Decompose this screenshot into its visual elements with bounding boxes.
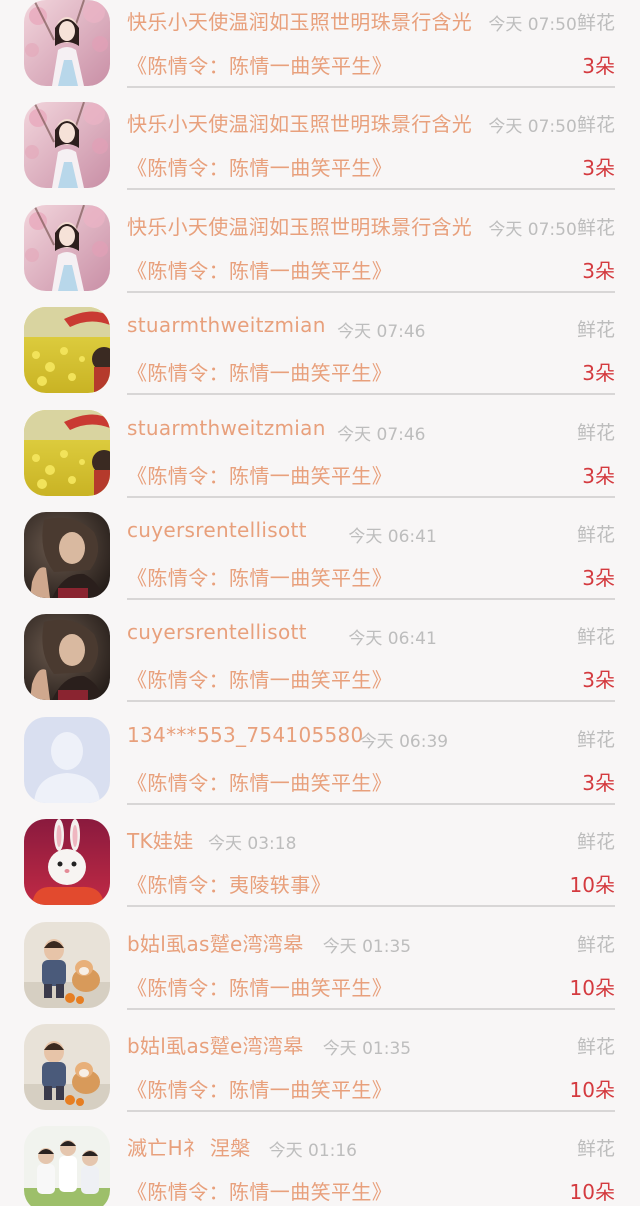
- work-title-link[interactable]: 《陈情令：陈情一曲笑平生》: [127, 1074, 392, 1103]
- gift-record-row[interactable]: 快乐小天使温润如玉照世明珠景行含光 今天 07:50 鲜花《陈情令：陈情一曲笑平生》…: [0, 102, 640, 204]
- row-divider: [127, 393, 615, 396]
- gift-type: 鲜花: [576, 728, 615, 751]
- flower-count: 3朵: [582, 361, 615, 386]
- sent-time: 今天 01:16: [268, 1141, 357, 1162]
- avatar-white-rabbit[interactable]: [24, 819, 110, 906]
- sent-time: 今天 07:46: [337, 424, 426, 445]
- gift-record-row[interactable]: stuarmthweitzmian 今天 07:46 鲜花《陈情令：陈情一曲笑平生》…: [0, 307, 640, 409]
- flower-count: 3朵: [582, 668, 615, 693]
- sent-time: 今天 06:41: [348, 527, 437, 547]
- work-title-link[interactable]: 《陈情令：陈情一曲笑平生》: [127, 152, 392, 181]
- sender-name[interactable]: cuyersrentellisott: [127, 620, 307, 644]
- gift-record-row[interactable]: b姑l虱as蹵e湾湾皋 今天 01:35 鲜花《陈情令：陈情一曲笑平生》 10朵: [0, 1024, 640, 1126]
- avatar-child-with-dog[interactable]: [24, 921, 110, 1008]
- gift-type: 鲜花: [576, 421, 615, 444]
- gift-type: 鲜花: [576, 319, 615, 342]
- sender-name[interactable]: stuarmthweitzmian: [127, 416, 326, 440]
- row-divider: [127, 1110, 615, 1112]
- work-title-link[interactable]: 《陈情令：陈情一曲笑平生》: [127, 972, 392, 1001]
- avatar-girl-pink-blossoms[interactable]: [24, 0, 110, 86]
- work-title-link[interactable]: 《陈情令：陈情一曲笑平生》: [127, 562, 392, 591]
- sender-name[interactable]: 滅亡H礻 涅槃: [127, 1132, 251, 1161]
- gift-record-row[interactable]: 134***553_754105580 今天 06:39 鲜花《陈情令：陈情一曲笑平…: [0, 716, 640, 819]
- gift-type: 鲜花: [576, 216, 615, 239]
- gift-record-row[interactable]: cuyersrentellisott 今天 06:41 鲜花《陈情令：陈情一曲笑平生…: [0, 512, 640, 614]
- sender-name[interactable]: 快乐小天使温润如玉照世明珠景行含光: [127, 108, 472, 137]
- avatar-yellow-flower-field[interactable]: [24, 409, 110, 496]
- gift-type: 鲜花: [576, 831, 615, 854]
- sent-time: 今天 07:50: [488, 15, 577, 35]
- avatar-woman-looking-up[interactable]: [24, 512, 110, 598]
- avatar-default-placeholder[interactable]: [24, 716, 110, 803]
- gift-type: 鲜花: [576, 1036, 615, 1058]
- gift-record-row[interactable]: TK娃娃 今天 03:18 鲜花《陈情令：夷陵轶事》 10朵: [0, 819, 640, 921]
- sent-time: 今天 06:39: [359, 731, 449, 752]
- sender-name[interactable]: cuyersrentellisott: [127, 518, 307, 542]
- flower-count: 10朵: [569, 873, 615, 898]
- sent-time: 今天 07:50: [488, 219, 577, 240]
- avatar-yellow-flower-field[interactable]: [24, 307, 110, 394]
- row-divider: [127, 905, 615, 908]
- work-title-link[interactable]: 《陈情令：陈情一曲笑平生》: [127, 1176, 392, 1205]
- sender-name[interactable]: TK娃娃: [127, 825, 194, 854]
- flower-count: 10朵: [569, 975, 615, 1000]
- avatar-girl-pink-blossoms[interactable]: [24, 102, 110, 189]
- work-title-link[interactable]: 《陈情令：陈情一曲笑平生》: [127, 664, 392, 693]
- sent-time: 今天 07:46: [337, 322, 426, 343]
- sent-time: 今天 01:35: [322, 1039, 412, 1059]
- sender-name[interactable]: stuarmthweitzmian: [127, 313, 326, 337]
- sender-name[interactable]: b姑l虱as蹵e湾湾皋: [127, 1030, 304, 1059]
- row-divider: [127, 495, 615, 498]
- gift-records-list: 快乐小天使温润如玉照世明珠景行含光 今天 07:50 鲜花 《陈情令：陈情一曲笑平生》…: [0, 0, 640, 1206]
- sent-time: 今天 07:50: [488, 117, 577, 138]
- gift-type: 鲜花: [576, 933, 615, 956]
- row-divider: [127, 188, 615, 191]
- work-title-link[interactable]: 《陈情令：陈情一曲笑平生》: [127, 460, 392, 489]
- gift-record-row[interactable]: 滅亡H礻 涅槃 今天 01:16 鲜花《陈情令：陈情一曲笑平生》 10朵: [0, 1126, 640, 1206]
- gift-record-row[interactable]: stuarmthweitzmian 今天 07:46 鲜花《陈情令：陈情一曲笑平生》…: [0, 409, 640, 512]
- sender-name[interactable]: b姑l虱as蹵e湾湾皋: [127, 928, 304, 957]
- work-title-link[interactable]: 《陈情令：陈情一曲笑平生》: [127, 50, 392, 79]
- gift-record-row[interactable]: b姑l虱as蹵e湾湾皋 今天 01:35 鲜花《陈情令：陈情一曲笑平生》 10朵: [0, 921, 640, 1024]
- gift-type: 鲜花: [576, 626, 615, 649]
- gift-record-row[interactable]: 快乐小天使温润如玉照世明珠景行含光 今天 07:50 鲜花《陈情令：陈情一曲笑平生》…: [0, 204, 640, 307]
- work-title-link[interactable]: 《陈情令：夷陵轶事》: [127, 869, 331, 898]
- flower-count: 3朵: [582, 156, 615, 181]
- flower-count: 3朵: [582, 54, 615, 78]
- flower-count: 10朵: [569, 1180, 615, 1205]
- flower-count: 10朵: [569, 1078, 615, 1102]
- gift-record-row[interactable]: cuyersrentellisott 今天 06:41 鲜花《陈情令：陈情一曲笑平生…: [0, 614, 640, 716]
- gift-type: 鲜花: [576, 12, 615, 34]
- work-title-link[interactable]: 《陈情令：陈情一曲笑平生》: [127, 357, 392, 386]
- gift-type: 鲜花: [576, 114, 615, 137]
- work-title-link[interactable]: 《陈情令：陈情一曲笑平生》: [127, 767, 392, 796]
- avatar-woman-looking-up[interactable]: [24, 614, 110, 701]
- flower-count: 3朵: [582, 566, 615, 590]
- gift-type: 鲜花: [576, 1138, 615, 1161]
- avatar-child-with-dog[interactable]: [24, 1024, 110, 1110]
- flower-count: 3朵: [582, 770, 615, 795]
- avatar-group-photo[interactable]: [24, 1126, 110, 1206]
- gift-record-row[interactable]: 快乐小天使温润如玉照世明珠景行含光 今天 07:50 鲜花《陈情令：陈情一曲笑平生》…: [0, 0, 640, 102]
- gift-type: 鲜花: [576, 524, 615, 546]
- sender-name[interactable]: 快乐小天使温润如玉照世明珠景行含光: [127, 6, 472, 35]
- sent-time: 今天 06:41: [348, 629, 437, 650]
- sender-name[interactable]: 快乐小天使温润如玉照世明珠景行含光: [127, 211, 472, 240]
- row-divider: [127, 1007, 615, 1010]
- row-divider: [127, 86, 615, 88]
- row-divider: [127, 802, 615, 805]
- avatar-girl-pink-blossoms[interactable]: [24, 204, 110, 291]
- row-divider: [127, 290, 615, 293]
- flower-count: 3朵: [582, 258, 615, 283]
- sent-time: 今天 03:18: [208, 834, 297, 855]
- sender-name[interactable]: 134***553_754105580: [127, 723, 364, 747]
- sent-time: 今天 01:35: [322, 936, 412, 957]
- row-divider: [127, 598, 615, 600]
- work-title-link[interactable]: 《陈情令：陈情一曲笑平生》: [127, 255, 392, 284]
- flower-count: 3朵: [582, 463, 615, 488]
- row-divider: [127, 700, 615, 703]
